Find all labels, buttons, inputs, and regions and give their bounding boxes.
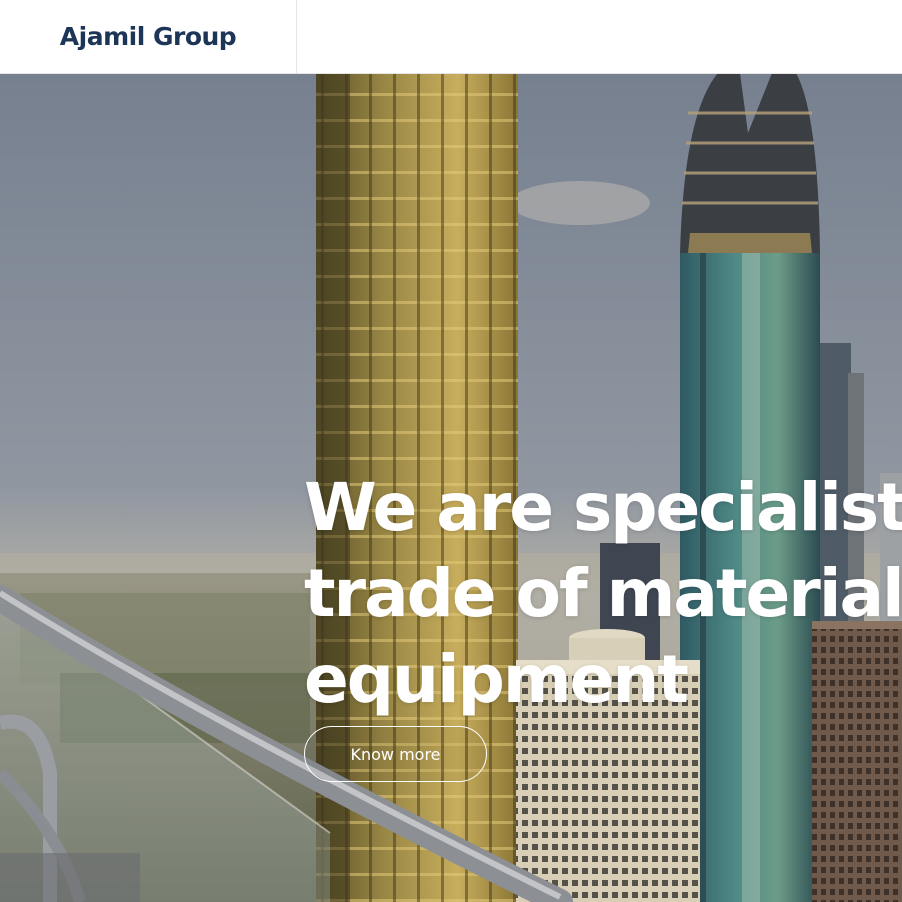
hero-banner: We are specialists in the trade of mater… (0, 73, 902, 902)
page: Ajamil Group We are specialist trade of … (0, 0, 902, 902)
hero-headline: We are specialists in the trade of mater… (304, 465, 902, 723)
hero-headline-line: equipment (304, 641, 689, 718)
know-more-button[interactable]: Know more (304, 726, 487, 782)
logo-link[interactable]: Ajamil Group (0, 0, 297, 73)
site-header: Ajamil Group (0, 0, 902, 74)
hero-headline-line: We are specialists in the (304, 469, 902, 546)
logo: Ajamil Group (59, 22, 237, 51)
hero-headline-line: trade of materials and (304, 555, 902, 632)
